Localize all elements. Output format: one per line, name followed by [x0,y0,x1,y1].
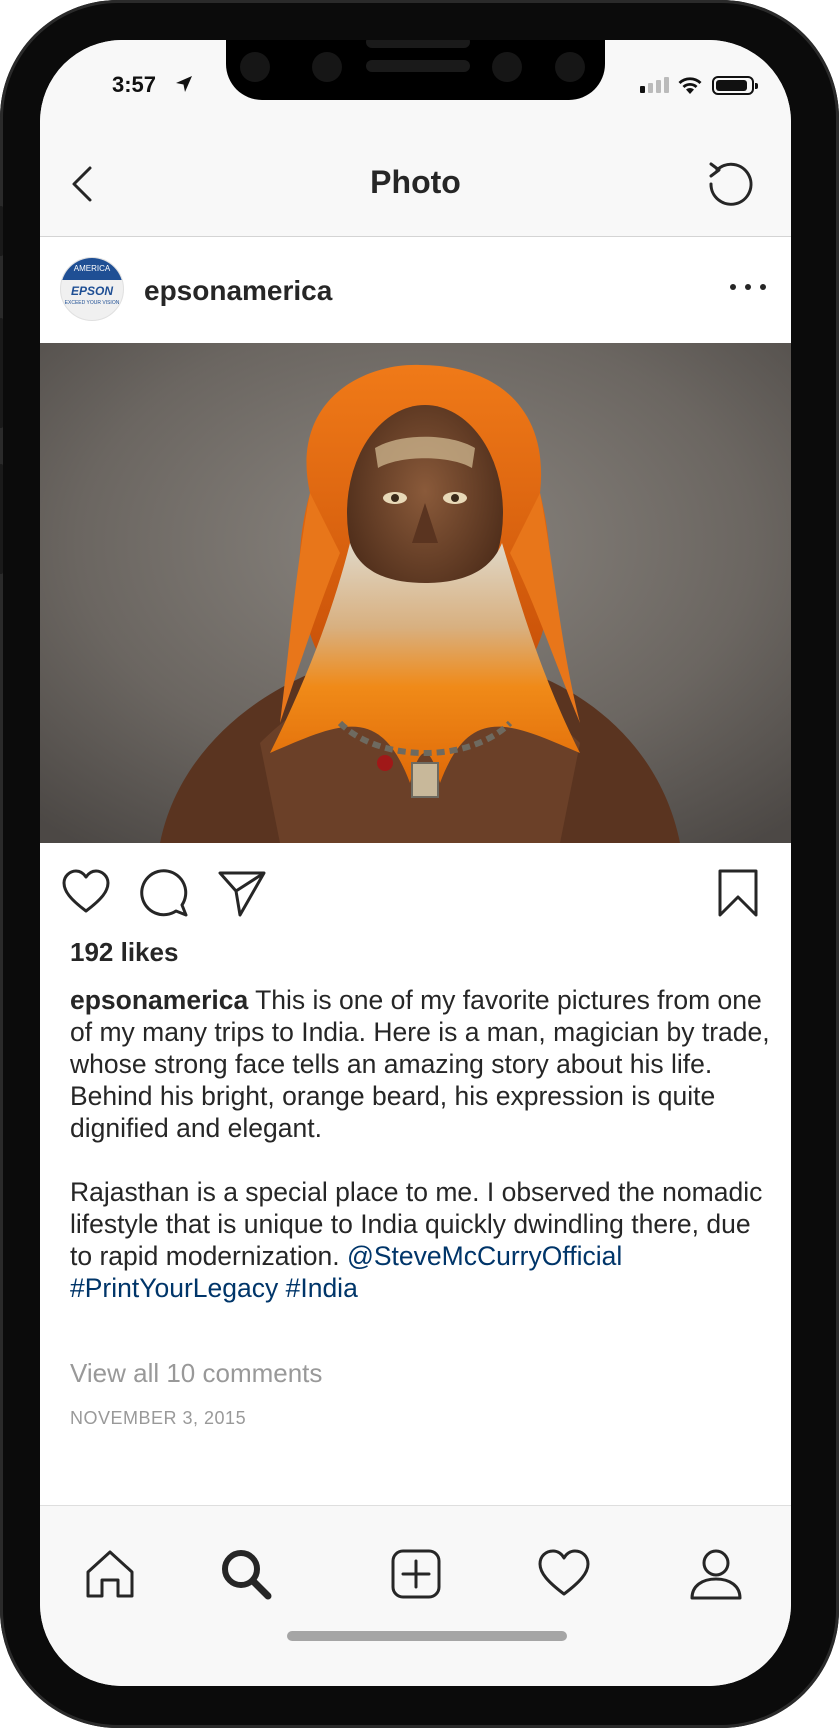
tab-bar [40,1505,791,1686]
hashtag-link-india[interactable]: #India [286,1273,358,1303]
cellular-signal-icon [640,77,669,93]
refresh-icon[interactable] [703,156,759,212]
sensor [240,52,270,82]
add-post-icon[interactable] [388,1546,444,1602]
avatar-band-text: AMERICA [73,264,111,273]
wifi-icon [678,77,702,94]
caption-author[interactable]: epsonamerica [70,985,248,1015]
post-photo[interactable] [40,343,791,843]
ellipsis-icon[interactable] [730,269,766,305]
page-title: Photo [370,164,461,200]
home-icon[interactable] [82,1546,138,1602]
heart-icon[interactable] [60,867,112,919]
speaker-grille [366,40,470,48]
caption-paragraph: epsonamerica This is one of my favorite … [70,984,770,1144]
avatar-tagline: EXCEED YOUR VISION [64,300,120,306]
post-header: AMERICA EPSON EXCEED YOUR VISION epsonam… [40,237,791,343]
profile-icon[interactable] [688,1546,744,1602]
notch [226,40,605,100]
mention-link[interactable]: @SteveMcCurryOfficial [347,1241,622,1271]
battery-icon [712,76,758,95]
comment-icon[interactable] [138,867,190,919]
likes-count[interactable]: 192 likes [70,937,178,968]
action-bar [40,843,791,943]
location-arrow-icon [176,76,192,92]
volume-up-button [0,318,3,428]
post-date: NOVEMBER 3, 2015 [70,1408,247,1428]
phone-frame: 3:57 Photo AMERICA EPSON EXCEED YOUR VIS… [0,0,839,1728]
activity-heart-icon[interactable] [536,1546,592,1602]
view-comments-link[interactable]: View all 10 comments [70,1358,322,1389]
front-camera [312,52,342,82]
volume-down-button [0,464,3,574]
avatar[interactable]: AMERICA EPSON EXCEED YOUR VISION [60,257,124,321]
post-username[interactable]: epsonamerica [144,275,332,307]
screen: 3:57 Photo AMERICA EPSON EXCEED YOUR VIS… [40,40,791,1686]
share-icon[interactable] [216,867,268,919]
speaker-grille-lower [366,60,470,72]
caption-paragraph-2: Rajasthan is a special place to me. I ob… [70,1176,770,1304]
silent-switch [0,206,3,256]
bookmark-icon[interactable] [712,867,764,919]
nav-header: Photo [40,136,791,237]
search-icon[interactable] [218,1546,274,1602]
epson-logo: EPSON [70,284,113,298]
status-time: 3:57 [112,72,157,97]
hashtag-link[interactable]: #PrintYourLegacy [70,1273,278,1303]
home-indicator[interactable] [287,1631,567,1641]
sensor-right [492,52,522,82]
post-caption: epsonamerica This is one of my favorite … [70,984,770,1304]
proximity-sensor [555,52,585,82]
